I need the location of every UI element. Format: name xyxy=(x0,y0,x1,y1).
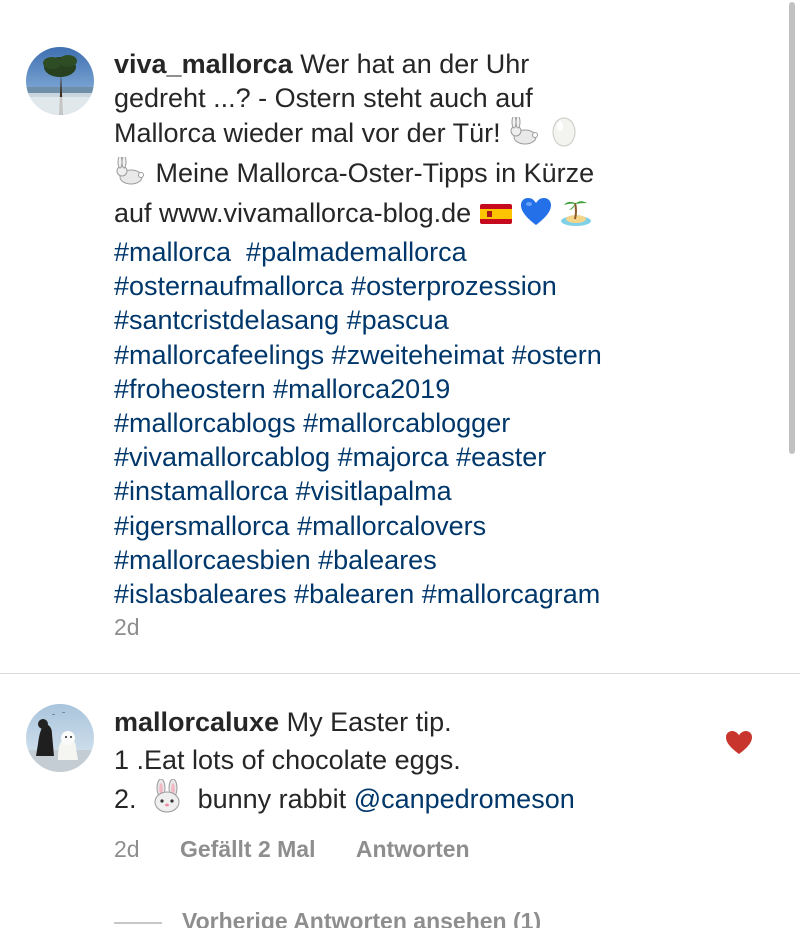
hashtag-line-11[interactable]: #islasbaleares #balearen #mallorcagram xyxy=(114,579,600,609)
comment-text: mallorcaluxe My Easter tip. 1 .Eat lots … xyxy=(114,703,708,823)
hashtag-line-4[interactable]: #mallorcafeelings #zweiteheimat #ostern xyxy=(114,340,602,370)
replies-line xyxy=(114,921,162,924)
rabbit-emoji xyxy=(114,155,148,195)
caption-username[interactable]: viva_mallorca xyxy=(114,49,293,79)
comment-username[interactable]: mallorcaluxe xyxy=(114,707,279,737)
avatar-viva-mallorca[interactable] xyxy=(26,47,94,115)
hashtag-line-7[interactable]: #vivamallorcablog #majorca #easter xyxy=(114,442,546,472)
comments-screen: viva_mallorca Wer hat an der Uhr gedreht… xyxy=(0,0,800,928)
caption-line-5: auf www.vivamallorca-blog.de xyxy=(114,197,472,228)
caption-line-2: gedreht ...? - Ostern steht auch auf xyxy=(114,83,533,114)
caption-line-1: Wer hat an der Uhr xyxy=(300,49,530,79)
desert-island-emoji xyxy=(560,195,592,235)
egg-emoji xyxy=(550,115,578,155)
view-replies-label: Vorherige Antworten ansehen (1) xyxy=(182,908,542,928)
blue-heart-emoji xyxy=(520,197,552,235)
hashtag-line-8[interactable]: #instamallorca #visitlapalma xyxy=(114,476,452,506)
comment-line-2: 1 .Eat lots of chocolate eggs. xyxy=(114,745,461,775)
hashtag-line-9[interactable]: #igersmallorca #mallorcalovers xyxy=(114,511,486,541)
comment-line-1: My Easter tip. xyxy=(286,707,452,737)
hashtag-line-1[interactable]: #mallorca #palmademallorca xyxy=(114,237,467,267)
hashtag-line-3[interactable]: #santcristdelasang #pascua xyxy=(114,305,449,335)
comment-likes[interactable]: Gefällt 2 Mal xyxy=(180,836,315,862)
spain-flag-emoji xyxy=(479,201,513,235)
caption-line-4: Meine Mallorca-Oster-Tipps in Kürze xyxy=(155,157,595,188)
caption-meta: 2d xyxy=(114,614,174,641)
avatar-mallorcaluxe[interactable] xyxy=(26,704,94,772)
heart-icon[interactable] xyxy=(725,730,753,756)
mention-link[interactable]: @canpedromeson xyxy=(354,784,575,814)
hashtag-line-5[interactable]: #froheostern #mallorca2019 xyxy=(114,374,450,404)
comment-meta: 2d Gefällt 2 Mal Antworten xyxy=(114,836,504,863)
view-previous-replies[interactable]: Vorherige Antworten ansehen (1) xyxy=(114,908,541,928)
caption-timestamp: 2d xyxy=(114,614,140,640)
scrollbar[interactable] xyxy=(789,2,795,454)
hashtag-line-6[interactable]: #mallorcablogs #mallorcablogger xyxy=(114,408,510,438)
comment-line-3-text: bunny rabbit xyxy=(197,784,347,814)
rabbit-face-emoji xyxy=(150,778,184,823)
rabbit-emoji xyxy=(508,115,542,155)
comment-timestamp: 2d xyxy=(114,836,140,862)
hashtag-line-10[interactable]: #mallorcaesbien #baleares xyxy=(114,545,437,575)
comment-line-3-prefix: 2. xyxy=(114,784,137,814)
divider xyxy=(0,673,800,674)
caption-line-3: Mallorca wieder mal vor der Tür! xyxy=(114,118,501,149)
reply-button[interactable]: Antworten xyxy=(356,836,470,862)
hashtag-line-2[interactable]: #osternaufmallorca #osterprozession xyxy=(114,271,557,301)
caption-text: viva_mallorca Wer hat an der Uhr gedreht… xyxy=(114,47,708,611)
